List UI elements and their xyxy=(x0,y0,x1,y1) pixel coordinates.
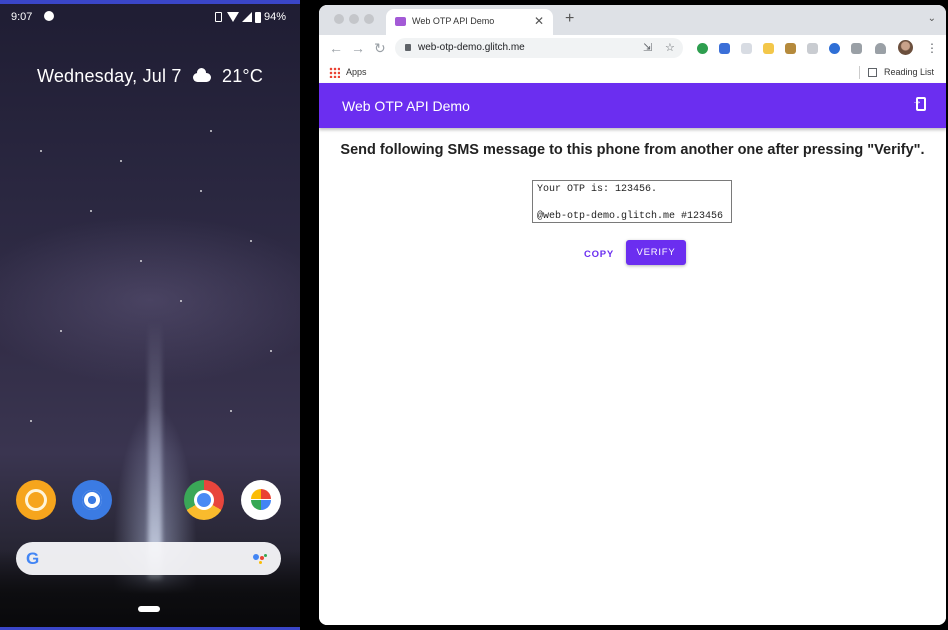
bookmark-apps[interactable]: Apps xyxy=(346,67,367,77)
battery-percent: 94% xyxy=(263,11,286,23)
extension-yellow-icon[interactable] xyxy=(763,43,774,54)
verify-button[interactable]: VERIFY xyxy=(626,240,686,265)
tab-web-otp-demo[interactable]: Web OTP API Demo ✕ xyxy=(386,9,553,35)
browser-toolbar: ← → ↻ web-otp-demo.glitch.me ⇲ ☆ ⋮ xyxy=(319,35,946,63)
instruction-text: Send following SMS message to this phone… xyxy=(340,142,925,158)
chevron-down-icon[interactable]: ⌄ xyxy=(928,13,936,24)
app-bar: Web OTP API Demo xyxy=(319,83,946,128)
battery-icon xyxy=(254,11,261,23)
gear-icon xyxy=(82,490,102,510)
star-bookmark-icon[interactable]: ☆ xyxy=(665,41,675,54)
at-a-glance-widget[interactable]: Wednesday, Jul 7 21°C xyxy=(0,66,300,87)
kebab-menu-icon[interactable]: ⋮ xyxy=(926,41,938,55)
copy-button[interactable]: COPY xyxy=(577,243,621,267)
page-title: Web OTP API Demo xyxy=(342,98,470,114)
phone-login-icon[interactable] xyxy=(912,96,926,111)
status-bar: 9:07 94% xyxy=(0,6,300,28)
top-accent-line xyxy=(0,0,300,4)
extension-box-icon[interactable] xyxy=(807,43,818,54)
chrome-window: Web OTP API Demo ✕ + ⌄ ← → ↻ web-otp-dem… xyxy=(319,5,946,625)
temperature-text: 21°C xyxy=(222,66,264,86)
minimize-window-button[interactable] xyxy=(349,14,359,24)
amber-app-icon[interactable] xyxy=(16,480,56,520)
google-logo-icon: G xyxy=(26,549,40,568)
favicon-icon xyxy=(395,17,406,26)
status-icons: 94% xyxy=(214,11,286,23)
light-beam xyxy=(148,320,162,580)
date-text: Wednesday, Jul 7 xyxy=(36,66,182,86)
lock-icon xyxy=(405,44,411,51)
tab-title: Web OTP API Demo xyxy=(412,16,495,26)
signal-icon xyxy=(241,12,252,22)
extension-brown-icon[interactable] xyxy=(785,43,796,54)
zoom-window-button[interactable] xyxy=(364,14,374,24)
extension-shield-icon[interactable] xyxy=(719,43,730,54)
photos-icon[interactable] xyxy=(241,480,281,520)
status-time: 9:07 xyxy=(11,11,33,23)
address-bar[interactable]: web-otp-demo.glitch.me ⇲ ☆ xyxy=(395,38,683,58)
chrome-icon[interactable] xyxy=(184,480,224,520)
apps-grid-icon[interactable] xyxy=(329,67,340,78)
back-arrow-icon[interactable]: ← xyxy=(329,40,343,56)
sms-message-textarea[interactable]: Your OTP is: 123456. @web-otp-demo.glitc… xyxy=(532,180,732,223)
notification-icon xyxy=(44,11,54,21)
puzzle-extensions-icon[interactable] xyxy=(851,43,862,54)
close-tab-icon[interactable]: ✕ xyxy=(534,14,544,28)
wifi-icon xyxy=(226,12,239,22)
bookmarks-bar: Apps Reading List xyxy=(319,63,946,84)
vibrate-icon xyxy=(214,12,222,22)
google-search-bar[interactable]: G xyxy=(16,542,281,575)
assistant-icon[interactable] xyxy=(253,554,267,564)
forward-arrow-icon[interactable]: → xyxy=(351,40,365,56)
reading-list-label[interactable]: Reading List xyxy=(884,67,934,77)
extension-gray-icon[interactable] xyxy=(741,43,752,54)
new-tab-icon[interactable]: + xyxy=(565,10,574,28)
web-page: Web OTP API Demo Send following SMS mess… xyxy=(319,83,946,625)
reload-icon[interactable]: ↻ xyxy=(374,40,386,57)
bookmarks-divider xyxy=(859,66,860,79)
home-gesture-pill[interactable] xyxy=(138,606,160,612)
tab-strip: Web OTP API Demo ✕ + ⌄ xyxy=(319,5,946,35)
install-icon[interactable]: ⇲ xyxy=(643,41,652,54)
url-text: web-otp-demo.glitch.me xyxy=(418,42,525,53)
ring-icon xyxy=(25,489,47,511)
lab-flask-icon[interactable] xyxy=(875,43,886,54)
extension-blue-icon[interactable] xyxy=(829,43,840,54)
close-window-button[interactable] xyxy=(334,14,344,24)
reading-list-icon[interactable] xyxy=(868,68,877,77)
android-phone-screen: 9:07 94% Wednesday, Jul 7 21°C G xyxy=(0,0,300,630)
cloud-icon xyxy=(192,67,211,82)
desktop-browser: Web OTP API Demo ✕ + ⌄ ← → ↻ web-otp-dem… xyxy=(312,0,948,630)
extension-green-icon[interactable] xyxy=(697,43,708,54)
profile-avatar[interactable] xyxy=(898,40,913,55)
settings-icon[interactable] xyxy=(72,480,112,520)
